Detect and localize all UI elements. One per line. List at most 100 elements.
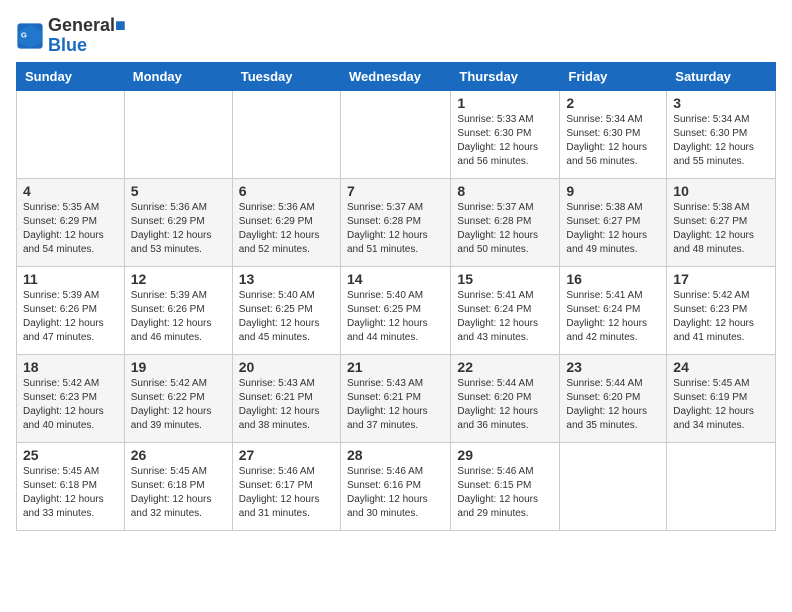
day-info: Sunrise: 5:43 AM Sunset: 6:21 PM Dayligh… [239, 377, 334, 433]
day-number: 16 [566, 271, 660, 287]
calendar-cell: 3 Sunrise: 5:34 AM Sunset: 6:30 PM Daylig… [667, 90, 776, 178]
day-number: 15 [457, 271, 553, 287]
day-info: Sunrise: 5:38 AM Sunset: 6:27 PM Dayligh… [673, 201, 769, 257]
day-info: Sunrise: 5:36 AM Sunset: 6:29 PM Dayligh… [239, 201, 334, 257]
calendar-cell: 29 Sunrise: 5:46 AM Sunset: 6:15 PM Dayli… [451, 442, 560, 530]
logo: G General■ Blue [16, 16, 126, 56]
day-number: 4 [23, 183, 118, 199]
day-info: Sunrise: 5:42 AM Sunset: 6:23 PM Dayligh… [23, 377, 118, 433]
day-number: 11 [23, 271, 118, 287]
page-header: G General■ Blue [16, 16, 776, 56]
days-header-row: SundayMondayTuesdayWednesdayThursdayFrid… [17, 62, 776, 90]
day-header-tuesday: Tuesday [232, 62, 340, 90]
day-info: Sunrise: 5:38 AM Sunset: 6:27 PM Dayligh… [566, 201, 660, 257]
calendar-cell: 21 Sunrise: 5:43 AM Sunset: 6:21 PM Dayli… [340, 354, 450, 442]
day-header-saturday: Saturday [667, 62, 776, 90]
calendar-cell [560, 442, 667, 530]
day-number: 28 [347, 447, 444, 463]
calendar-cell: 9 Sunrise: 5:38 AM Sunset: 6:27 PM Daylig… [560, 178, 667, 266]
day-info: Sunrise: 5:41 AM Sunset: 6:24 PM Dayligh… [457, 289, 553, 345]
calendar-cell: 20 Sunrise: 5:43 AM Sunset: 6:21 PM Dayli… [232, 354, 340, 442]
day-number: 25 [23, 447, 118, 463]
calendar-cell: 27 Sunrise: 5:46 AM Sunset: 6:17 PM Dayli… [232, 442, 340, 530]
day-number: 20 [239, 359, 334, 375]
day-number: 18 [23, 359, 118, 375]
calendar-cell: 1Sunrise: 5:33 AM Sunset: 6:30 PM Daylig… [451, 90, 560, 178]
calendar-cell: 10 Sunrise: 5:38 AM Sunset: 6:27 PM Dayli… [667, 178, 776, 266]
day-number: 23 [566, 359, 660, 375]
day-number: 3 [673, 95, 769, 111]
day-info: Sunrise: 5:45 AM Sunset: 6:19 PM Dayligh… [673, 377, 769, 433]
calendar-cell [17, 90, 125, 178]
day-number: 9 [566, 183, 660, 199]
calendar-cell: 23 Sunrise: 5:44 AM Sunset: 6:20 PM Dayli… [560, 354, 667, 442]
calendar-cell: 25 Sunrise: 5:45 AM Sunset: 6:18 PM Dayli… [17, 442, 125, 530]
calendar-cell: 4 Sunrise: 5:35 AM Sunset: 6:29 PM Daylig… [17, 178, 125, 266]
day-number: 7 [347, 183, 444, 199]
week-row-4: 18 Sunrise: 5:42 AM Sunset: 6:23 PM Dayli… [17, 354, 776, 442]
calendar-cell: 26 Sunrise: 5:45 AM Sunset: 6:18 PM Dayli… [124, 442, 232, 530]
day-number: 19 [131, 359, 226, 375]
calendar-cell: 11 Sunrise: 5:39 AM Sunset: 6:26 PM Dayli… [17, 266, 125, 354]
calendar-cell [340, 90, 450, 178]
day-info: Sunrise: 5:46 AM Sunset: 6:15 PM Dayligh… [457, 465, 553, 521]
calendar-cell: 16 Sunrise: 5:41 AM Sunset: 6:24 PM Dayli… [560, 266, 667, 354]
day-info: Sunrise: 5:37 AM Sunset: 6:28 PM Dayligh… [347, 201, 444, 257]
day-info: Sunrise: 5:41 AM Sunset: 6:24 PM Dayligh… [566, 289, 660, 345]
calendar-cell: 7 Sunrise: 5:37 AM Sunset: 6:28 PM Daylig… [340, 178, 450, 266]
day-header-sunday: Sunday [17, 62, 125, 90]
calendar-cell [124, 90, 232, 178]
day-number: 27 [239, 447, 334, 463]
day-info: Sunrise: 5:35 AM Sunset: 6:29 PM Dayligh… [23, 201, 118, 257]
day-header-monday: Monday [124, 62, 232, 90]
calendar-cell: 15 Sunrise: 5:41 AM Sunset: 6:24 PM Dayli… [451, 266, 560, 354]
calendar-cell [232, 90, 340, 178]
day-info: Sunrise: 5:34 AM Sunset: 6:30 PM Dayligh… [673, 113, 769, 169]
day-info: Sunrise: 5:36 AM Sunset: 6:29 PM Dayligh… [131, 201, 226, 257]
day-number: 2 [566, 95, 660, 111]
day-number: 1 [457, 95, 553, 111]
logo-text: General■ Blue [48, 16, 126, 56]
day-number: 29 [457, 447, 553, 463]
calendar-cell: 6 Sunrise: 5:36 AM Sunset: 6:29 PM Daylig… [232, 178, 340, 266]
calendar-cell: 24 Sunrise: 5:45 AM Sunset: 6:19 PM Dayli… [667, 354, 776, 442]
day-info: Sunrise: 5:42 AM Sunset: 6:22 PM Dayligh… [131, 377, 226, 433]
day-info: Sunrise: 5:43 AM Sunset: 6:21 PM Dayligh… [347, 377, 444, 433]
week-row-2: 4 Sunrise: 5:35 AM Sunset: 6:29 PM Daylig… [17, 178, 776, 266]
day-info: Sunrise: 5:46 AM Sunset: 6:16 PM Dayligh… [347, 465, 444, 521]
day-info: Sunrise: 5:40 AM Sunset: 6:25 PM Dayligh… [239, 289, 334, 345]
day-info: Sunrise: 5:34 AM Sunset: 6:30 PM Dayligh… [566, 113, 660, 169]
day-info: Sunrise: 5:40 AM Sunset: 6:25 PM Dayligh… [347, 289, 444, 345]
calendar-cell: 17 Sunrise: 5:42 AM Sunset: 6:23 PM Dayli… [667, 266, 776, 354]
day-info: Sunrise: 5:39 AM Sunset: 6:26 PM Dayligh… [131, 289, 226, 345]
calendar-cell: 14 Sunrise: 5:40 AM Sunset: 6:25 PM Dayli… [340, 266, 450, 354]
day-number: 8 [457, 183, 553, 199]
day-info: Sunrise: 5:45 AM Sunset: 6:18 PM Dayligh… [23, 465, 118, 521]
day-info: Sunrise: 5:44 AM Sunset: 6:20 PM Dayligh… [457, 377, 553, 433]
week-row-1: 1Sunrise: 5:33 AM Sunset: 6:30 PM Daylig… [17, 90, 776, 178]
calendar-cell: 19 Sunrise: 5:42 AM Sunset: 6:22 PM Dayli… [124, 354, 232, 442]
calendar-cell: 28 Sunrise: 5:46 AM Sunset: 6:16 PM Dayli… [340, 442, 450, 530]
day-number: 24 [673, 359, 769, 375]
calendar-cell: 12Sunrise: 5:39 AM Sunset: 6:26 PM Dayli… [124, 266, 232, 354]
day-number: 10 [673, 183, 769, 199]
calendar-cell: 8 Sunrise: 5:37 AM Sunset: 6:28 PM Daylig… [451, 178, 560, 266]
day-info: Sunrise: 5:44 AM Sunset: 6:20 PM Dayligh… [566, 377, 660, 433]
day-number: 26 [131, 447, 226, 463]
day-number: 21 [347, 359, 444, 375]
calendar-cell: 22Sunrise: 5:44 AM Sunset: 6:20 PM Dayli… [451, 354, 560, 442]
day-number: 17 [673, 271, 769, 287]
day-info: Sunrise: 5:46 AM Sunset: 6:17 PM Dayligh… [239, 465, 334, 521]
calendar-cell: 2 Sunrise: 5:34 AM Sunset: 6:30 PM Daylig… [560, 90, 667, 178]
day-info: Sunrise: 5:45 AM Sunset: 6:18 PM Dayligh… [131, 465, 226, 521]
day-info: Sunrise: 5:42 AM Sunset: 6:23 PM Dayligh… [673, 289, 769, 345]
day-header-friday: Friday [560, 62, 667, 90]
day-info: Sunrise: 5:37 AM Sunset: 6:28 PM Dayligh… [457, 201, 553, 257]
day-number: 14 [347, 271, 444, 287]
week-row-3: 11 Sunrise: 5:39 AM Sunset: 6:26 PM Dayli… [17, 266, 776, 354]
day-number: 6 [239, 183, 334, 199]
svg-text:G: G [21, 30, 27, 39]
day-header-wednesday: Wednesday [340, 62, 450, 90]
day-info: Sunrise: 5:39 AM Sunset: 6:26 PM Dayligh… [23, 289, 118, 345]
calendar-table: SundayMondayTuesdayWednesdayThursdayFrid… [16, 62, 776, 531]
